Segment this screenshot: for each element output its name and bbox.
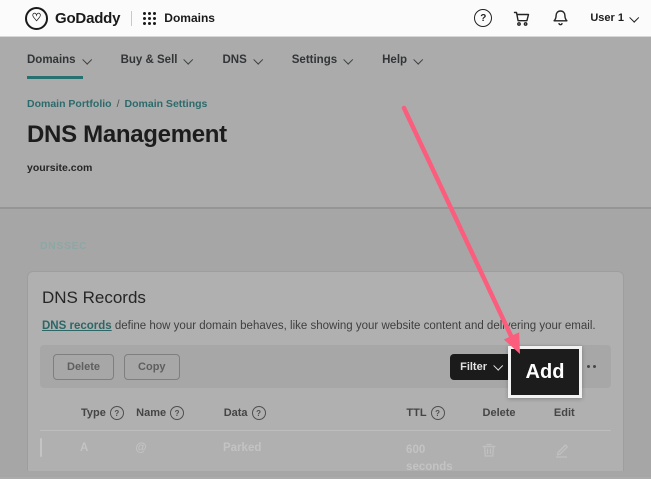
chevron-down-icon	[183, 54, 194, 65]
app-name: Domains	[164, 11, 215, 25]
name-help-icon[interactable]: ?	[170, 406, 185, 420]
record-ttl: 600 seconds	[406, 444, 453, 473]
data-help-icon[interactable]: ?	[251, 406, 266, 420]
main-nav: Domains Buy & Sell DNS Settings Help	[0, 37, 651, 83]
chevron-down-icon	[343, 54, 354, 65]
table-row: A @ Parked 600 seconds	[40, 430, 611, 475]
column-header-data: Data ?	[224, 406, 407, 420]
type-help-icon[interactable]: ?	[109, 406, 124, 420]
breadcrumb-domain-settings[interactable]: Domain Settings	[125, 98, 208, 110]
filter-button[interactable]: Filter	[450, 353, 511, 380]
row-checkbox[interactable]	[40, 438, 42, 457]
godaddy-logo[interactable]: ♡ GoDaddy	[25, 6, 121, 30]
app-header: ♡ GoDaddy Domains ? User 1	[0, 0, 651, 37]
chevron-down-icon	[493, 360, 504, 371]
more-options-icon[interactable]	[585, 361, 598, 372]
column-header-type: Type ?	[81, 406, 136, 420]
brand-name: GoDaddy	[55, 9, 121, 27]
domain-name: yoursite.com	[27, 162, 93, 174]
ttl-help-icon[interactable]: ?	[430, 406, 445, 420]
chevron-down-icon	[253, 54, 263, 65]
nav-item-domains[interactable]: Domains	[27, 37, 92, 83]
card-title: DNS Records	[42, 288, 146, 307]
table-header-row: Type ? Name ? Data ? TTL ? Delete Edit	[40, 398, 611, 428]
record-type: A	[80, 442, 89, 454]
record-name: @	[135, 442, 147, 454]
column-header-name: Name ?	[136, 406, 224, 420]
add-button[interactable]: Add	[508, 346, 582, 398]
nav-item-buy-sell[interactable]: Buy & Sell	[121, 37, 194, 83]
tab-dnssec[interactable]: DNSSEC	[40, 240, 87, 252]
card-description: DNS records define how your domain behav…	[42, 320, 596, 332]
nav-item-help[interactable]: Help	[382, 37, 424, 83]
app-grid-icon[interactable]	[143, 11, 157, 25]
page-header: Domain Portfolio / Domain Settings DNS M…	[0, 83, 651, 207]
user-menu[interactable]: User 1	[590, 12, 640, 24]
breadcrumb-domain-portfolio[interactable]: Domain Portfolio	[27, 98, 112, 110]
user-name: User 1	[590, 12, 624, 24]
content-area: DNSSEC DNS Records DNS records define ho…	[0, 209, 651, 477]
delete-button[interactable]: Delete	[53, 353, 115, 380]
column-header-edit: Edit	[553, 407, 575, 419]
nav-item-settings[interactable]: Settings	[292, 37, 354, 83]
chevron-down-icon	[413, 54, 424, 65]
header-divider	[131, 10, 133, 26]
nav-item-dns[interactable]: DNS	[222, 37, 263, 83]
breadcrumb: Domain Portfolio / Domain Settings	[27, 98, 651, 110]
edit-record-icon[interactable]	[554, 439, 611, 458]
chevron-down-icon	[81, 54, 92, 65]
delete-record-icon[interactable]	[482, 439, 554, 458]
column-header-ttl: TTL ?	[406, 406, 482, 420]
godaddy-heart-icon: ♡	[25, 6, 48, 30]
copy-button[interactable]: Copy	[124, 353, 180, 380]
cart-icon[interactable]	[513, 10, 531, 27]
tab-strip: DNSSEC	[0, 209, 651, 254]
dns-records-link[interactable]: DNS records	[42, 320, 112, 332]
chevron-down-icon	[629, 12, 640, 23]
notifications-bell-icon[interactable]	[552, 9, 569, 27]
godaddy-dns-management-screen: ♡ GoDaddy Domains ? User 1 Domains Buy &…	[0, 0, 651, 479]
help-icon[interactable]: ?	[474, 9, 493, 27]
record-data: Parked	[223, 442, 262, 454]
page-title: DNS Management	[27, 121, 227, 148]
column-header-delete: Delete	[482, 407, 516, 419]
breadcrumb-separator: /	[116, 98, 120, 110]
